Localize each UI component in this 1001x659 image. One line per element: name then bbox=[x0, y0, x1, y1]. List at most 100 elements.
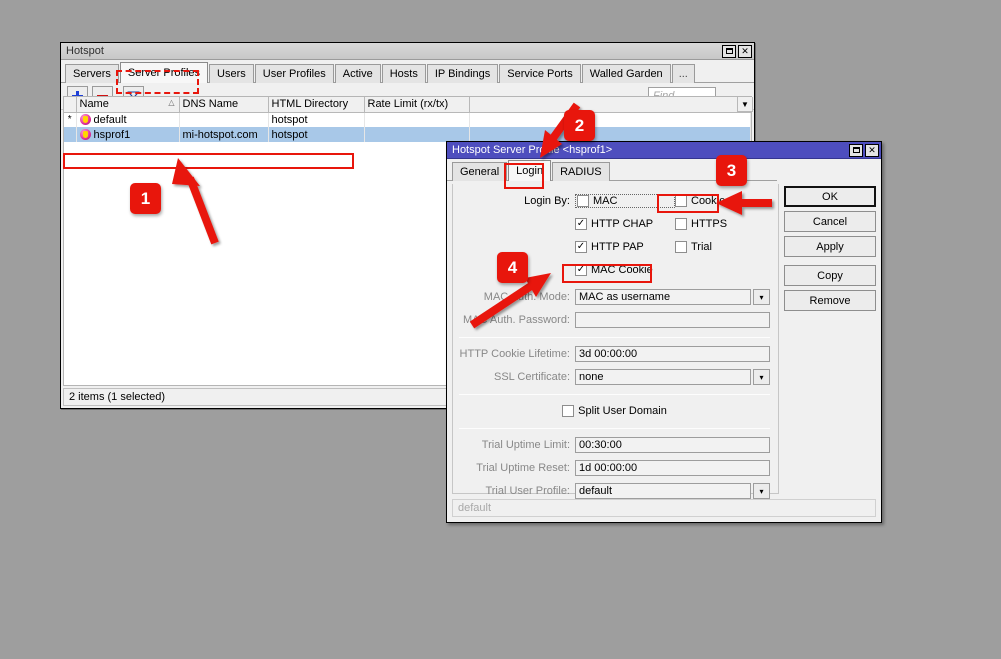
tab-server-profiles[interactable]: Server Profiles bbox=[120, 62, 208, 83]
login-by-row-2: ✓ HTTP CHAP HTTPS bbox=[459, 214, 770, 234]
tab-label: Hosts bbox=[390, 68, 418, 80]
trial-uptime-limit-input[interactable]: 00:30:00 bbox=[575, 437, 770, 453]
column-header-rate-limit[interactable]: Rate Limit (rx/tx) bbox=[364, 97, 469, 112]
checkbox-box bbox=[675, 218, 687, 230]
tab-label: ... bbox=[679, 68, 688, 80]
dialog-button-column: OK Cancel Apply Copy Remove bbox=[784, 186, 876, 315]
checkbox-box bbox=[577, 195, 589, 207]
mac-auth-mode-input[interactable]: MAC as username bbox=[575, 289, 751, 305]
chevron-down-icon: ▼ bbox=[741, 100, 749, 109]
checkbox-cookie[interactable]: Cookie bbox=[675, 195, 725, 207]
checkbox-label: MAC Cookie bbox=[591, 264, 653, 276]
column-header-name[interactable]: Name △ bbox=[76, 97, 179, 112]
hotspot-titlebar: Hotspot ✕ bbox=[61, 43, 754, 60]
login-tab-panel: Login By: MAC Cookie ✓ HTTP CHAP bbox=[452, 184, 779, 494]
tab-walled-garden[interactable]: Walled Garden bbox=[582, 64, 671, 83]
tab-label: Active bbox=[343, 68, 373, 80]
field-value: 1d 00:00:00 bbox=[579, 462, 637, 474]
column-header-dns-name[interactable]: DNS Name bbox=[179, 97, 268, 112]
checkbox-label: HTTP PAP bbox=[591, 241, 644, 253]
checkbox-split-user-domain[interactable]: Split User Domain bbox=[562, 405, 667, 417]
dialog-title: Hotspot Server Profile <hsprof1> bbox=[452, 144, 849, 156]
tab-label: Servers bbox=[73, 68, 111, 80]
mac-auth-password-input[interactable] bbox=[575, 312, 770, 328]
field-value: default bbox=[579, 485, 612, 497]
checkbox-label: Split User Domain bbox=[578, 405, 667, 417]
checkbox-box bbox=[562, 405, 574, 417]
tab-login[interactable]: Login bbox=[508, 160, 551, 181]
column-header-html-directory[interactable]: HTML Directory bbox=[268, 97, 364, 112]
divider bbox=[459, 428, 770, 429]
field-trial-uptime-reset: Trial Uptime Reset: 1d 00:00:00 bbox=[459, 458, 770, 478]
hotspot-window-controls: ✕ bbox=[722, 45, 752, 58]
dropdown-arrow-icon[interactable]: ▾ bbox=[753, 483, 770, 499]
http-cookie-lifetime-input[interactable]: 3d 00:00:00 bbox=[575, 346, 770, 362]
login-by-row-1: Login By: MAC Cookie bbox=[459, 191, 770, 211]
divider bbox=[459, 337, 770, 338]
tab-radius[interactable]: RADIUS bbox=[552, 162, 610, 181]
cell-text: hsprof1 bbox=[94, 129, 131, 141]
maximize-restore-icon[interactable] bbox=[722, 45, 736, 58]
column-label: HTML Directory bbox=[272, 98, 349, 110]
hotspot-profile-icon bbox=[80, 114, 91, 125]
dropdown-arrow-icon[interactable]: ▾ bbox=[753, 369, 770, 385]
badge-number: 1 bbox=[141, 189, 150, 209]
column-header-blank bbox=[469, 97, 751, 112]
column-chooser-button[interactable]: ▼ bbox=[737, 97, 753, 112]
field-label: MAC Auth. Mode: bbox=[459, 291, 575, 303]
copy-button[interactable]: Copy bbox=[784, 265, 876, 286]
trial-user-profile-input[interactable]: default bbox=[575, 483, 751, 499]
table-row[interactable]: * default hotspot bbox=[64, 112, 751, 127]
trial-uptime-reset-input[interactable]: 1d 00:00:00 bbox=[575, 460, 770, 476]
apply-button[interactable]: Apply bbox=[784, 236, 876, 257]
dialog-statusbar: default bbox=[452, 499, 876, 517]
column-label: DNS Name bbox=[183, 98, 239, 110]
ok-button[interactable]: OK bbox=[784, 186, 876, 207]
cell-rate-limit bbox=[364, 127, 469, 142]
tab-users[interactable]: Users bbox=[209, 64, 254, 83]
remove-button[interactable]: Remove bbox=[784, 290, 876, 311]
button-label: Copy bbox=[817, 270, 843, 282]
field-label: HTTP Cookie Lifetime: bbox=[459, 348, 575, 360]
split-user-domain-row: Split User Domain bbox=[459, 401, 770, 421]
checkbox-https[interactable]: HTTPS bbox=[675, 218, 727, 230]
field-mac-auth-mode: MAC Auth. Mode: MAC as username ▾ bbox=[459, 287, 770, 307]
cell-html-directory: hotspot bbox=[268, 112, 364, 127]
button-label: Cancel bbox=[813, 216, 847, 228]
checkbox-http-pap[interactable]: ✓ HTTP PAP bbox=[575, 241, 675, 253]
field-label: MAC Auth. Password: bbox=[459, 314, 575, 326]
row-flag bbox=[64, 127, 76, 142]
tab-hosts[interactable]: Hosts bbox=[382, 64, 426, 83]
checkbox-http-chap[interactable]: ✓ HTTP CHAP bbox=[575, 218, 675, 230]
maximize-restore-icon[interactable] bbox=[849, 144, 863, 157]
tab-label: Walled Garden bbox=[590, 68, 663, 80]
badge-1: 1 bbox=[130, 183, 161, 214]
cell-blank bbox=[469, 127, 751, 142]
cancel-button[interactable]: Cancel bbox=[784, 211, 876, 232]
cell-dns-name bbox=[179, 112, 268, 127]
close-icon[interactable]: ✕ bbox=[738, 45, 752, 58]
checkbox-box bbox=[675, 195, 687, 207]
field-value: 3d 00:00:00 bbox=[579, 348, 637, 360]
row-flag: * bbox=[64, 112, 76, 127]
tab-general[interactable]: General bbox=[452, 162, 507, 181]
tab-service-ports[interactable]: Service Ports bbox=[499, 64, 580, 83]
checkbox-mac[interactable]: MAC bbox=[575, 194, 675, 208]
close-icon[interactable]: ✕ bbox=[865, 144, 879, 157]
dropdown-arrow-icon[interactable]: ▾ bbox=[753, 289, 770, 305]
tab-more[interactable]: ... bbox=[672, 64, 695, 83]
cell-html-directory: hotspot bbox=[268, 127, 364, 142]
ssl-certificate-input[interactable]: none bbox=[575, 369, 751, 385]
field-value: none bbox=[579, 371, 603, 383]
tab-user-profiles[interactable]: User Profiles bbox=[255, 64, 334, 83]
divider bbox=[459, 394, 770, 395]
tab-active[interactable]: Active bbox=[335, 64, 381, 83]
table-row[interactable]: hsprof1 mi-hotspot.com hotspot bbox=[64, 127, 751, 142]
sort-ascending-icon: △ bbox=[168, 98, 174, 107]
tab-label: User Profiles bbox=[263, 68, 326, 80]
tab-servers[interactable]: Servers bbox=[65, 64, 119, 83]
tab-ip-bindings[interactable]: IP Bindings bbox=[427, 64, 498, 83]
dialog-body: General Login RADIUS Login By: MAC Cooki… bbox=[447, 159, 881, 522]
checkbox-trial[interactable]: Trial bbox=[675, 241, 712, 253]
checkbox-mac-cookie[interactable]: ✓ MAC Cookie bbox=[575, 264, 675, 276]
